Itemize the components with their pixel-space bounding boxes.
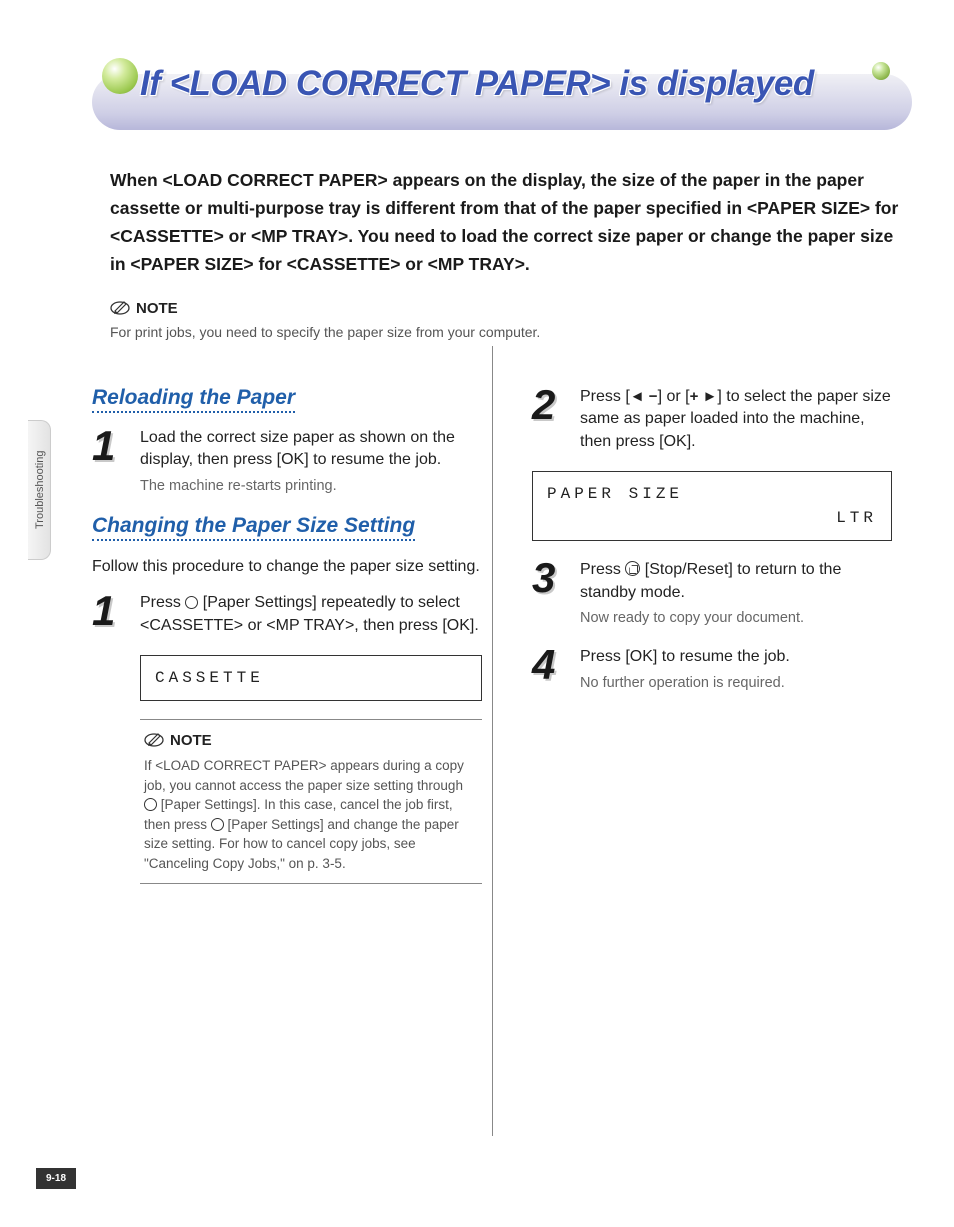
step-number: 3 bbox=[532, 559, 566, 628]
side-tab: Troubleshooting bbox=[28, 420, 51, 560]
lcd-cassette: CASSETTE bbox=[140, 655, 482, 701]
title-bullet-icon bbox=[102, 58, 138, 94]
step-body: Load the correct size paper as shown on … bbox=[140, 427, 482, 496]
step-text-pre: Press bbox=[140, 594, 185, 611]
intro-text: When <LOAD CORRECT PAPER> appears on the… bbox=[110, 166, 902, 278]
step-text: Load the correct size paper as shown on … bbox=[140, 429, 455, 468]
step-text-mid: ] or [ bbox=[658, 388, 690, 405]
step-body: Press [Stop/Reset] to return to the stan… bbox=[580, 559, 892, 628]
lcd-paper-size: PAPER SIZE LTR bbox=[532, 471, 892, 541]
step-sub: Now ready to copy your document. bbox=[580, 608, 892, 628]
page-content: If <LOAD CORRECT PAPER> is displayed Whe… bbox=[92, 58, 912, 884]
right-column: 2 Press [◄ −] or [+ ►] to select the pap… bbox=[492, 386, 892, 884]
lcd-line1: PAPER SIZE bbox=[547, 482, 877, 506]
pencil-icon bbox=[144, 730, 164, 750]
step-number: 2 bbox=[532, 386, 566, 453]
columns: Reloading the Paper 1 Load the correct s… bbox=[92, 386, 912, 884]
circle-button-icon bbox=[185, 596, 198, 609]
step-text-pre: Press bbox=[580, 561, 625, 578]
step-body: Press [◄ −] or [+ ►] to select the paper… bbox=[580, 386, 892, 453]
page-title: If <LOAD CORRECT PAPER> is displayed bbox=[140, 64, 814, 104]
circle-button-icon bbox=[144, 798, 157, 811]
note-label: NOTE bbox=[136, 300, 178, 317]
note-label: NOTE bbox=[170, 732, 212, 749]
right-arrow-key-icon: + ► bbox=[690, 386, 718, 407]
page-number: 9-18 bbox=[36, 1168, 76, 1189]
circle-button-icon bbox=[211, 818, 224, 831]
lcd-line2: LTR bbox=[547, 506, 877, 530]
title-bar: If <LOAD CORRECT PAPER> is displayed bbox=[92, 58, 912, 130]
pencil-icon bbox=[110, 298, 130, 318]
heading-changing: Changing the Paper Size Setting bbox=[92, 514, 415, 541]
note-header: NOTE bbox=[144, 730, 478, 750]
stop-reset-icon bbox=[625, 561, 640, 576]
step-number: 1 bbox=[92, 427, 126, 496]
step-number: 1 bbox=[92, 592, 126, 637]
changing-step-2: 2 Press [◄ −] or [+ ►] to select the pap… bbox=[532, 386, 892, 453]
step-number: 4 bbox=[532, 646, 566, 693]
changing-step-1: 1 Press [Paper Settings] repeatedly to s… bbox=[92, 592, 482, 637]
changing-step-3: 3 Press [Stop/Reset] to return to the st… bbox=[532, 559, 892, 628]
heading-reloading: Reloading the Paper bbox=[92, 386, 295, 413]
step-body: Press [Paper Settings] repeatedly to sel… bbox=[140, 592, 482, 637]
changing-note-box: NOTE If <LOAD CORRECT PAPER> appears dur… bbox=[140, 719, 482, 884]
step-text-pre: Press [ bbox=[580, 388, 630, 405]
reloading-step-1: 1 Load the correct size paper as shown o… bbox=[92, 427, 482, 496]
step-text: Press [OK] to resume the job. bbox=[580, 648, 790, 665]
note-pre: If <LOAD CORRECT PAPER> appears during a… bbox=[144, 758, 464, 793]
left-arrow-key-icon: ◄ − bbox=[630, 386, 658, 407]
changing-step-4: 4 Press [OK] to resume the job. No furth… bbox=[532, 646, 892, 693]
top-note-body: For print jobs, you need to specify the … bbox=[110, 324, 912, 340]
left-column: Reloading the Paper 1 Load the correct s… bbox=[92, 386, 492, 884]
note-body: If <LOAD CORRECT PAPER> appears during a… bbox=[144, 756, 478, 873]
step-body: Press [OK] to resume the job. No further… bbox=[580, 646, 892, 693]
top-note-header: NOTE bbox=[110, 298, 912, 318]
title-tail-icon bbox=[872, 62, 890, 80]
step-sub: The machine re-starts printing. bbox=[140, 476, 482, 496]
step-sub: No further operation is required. bbox=[580, 673, 892, 693]
changing-intro: Follow this procedure to change the pape… bbox=[92, 555, 482, 578]
